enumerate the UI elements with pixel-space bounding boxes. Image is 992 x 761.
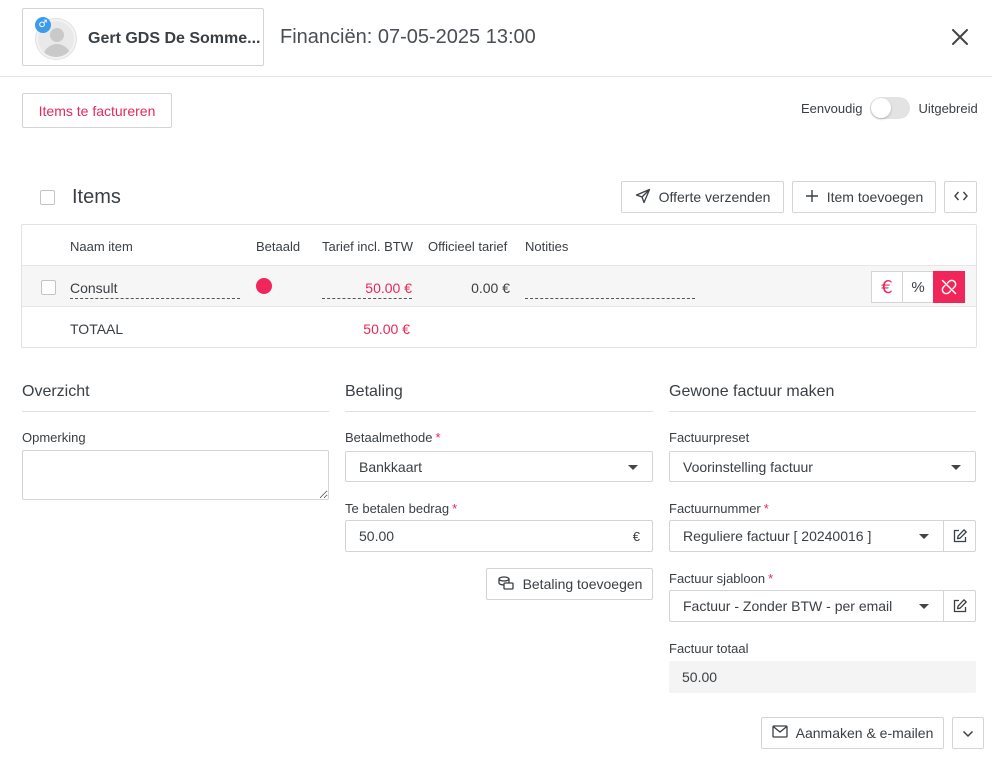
- column-header-official-rate: Officieel tarief: [428, 239, 508, 254]
- patient-name: Gert GDS De Somme...: [88, 30, 261, 47]
- payment-method-value: Bankkaart: [359, 458, 423, 475]
- code-view-button[interactable]: [944, 181, 977, 213]
- create-and-email-label: Aanmaken & e-mailen: [795, 725, 934, 741]
- chevron-down-icon: [962, 725, 974, 741]
- column-header-paid: Betaald: [256, 239, 301, 254]
- notes-field[interactable]: [525, 280, 695, 299]
- column-header-rate: Tarief incl. BTW: [322, 239, 414, 254]
- create-and-email-button[interactable]: Aanmaken & e-mailen: [761, 717, 944, 749]
- send-quote-button[interactable]: Offerte verzenden: [621, 181, 784, 213]
- remark-textarea[interactable]: [22, 450, 329, 500]
- invoice-template-select[interactable]: Factuur - Zonder BTW - per email: [669, 590, 944, 622]
- add-item-button[interactable]: Item toevoegen: [792, 181, 936, 213]
- edit-icon[interactable]: [943, 590, 976, 622]
- column-header-notes: Notities: [525, 239, 569, 254]
- caret-down-icon: [919, 534, 929, 539]
- plus-icon: [805, 189, 819, 206]
- select-all-checkbox[interactable]: [40, 190, 55, 205]
- invoice-preset-select[interactable]: Voorinstelling factuur: [669, 451, 976, 482]
- items-table: Naam item Betaald Tarief incl. BTW Offic…: [21, 224, 977, 348]
- amount-label: Te betalen bedrag *: [345, 501, 458, 516]
- invoice-title: Gewone factuur maken: [669, 383, 835, 400]
- items-to-invoice-label: Items te factureren: [38, 102, 156, 119]
- column-header-name: Naam item: [70, 239, 133, 254]
- amount-value: 50.00: [359, 528, 395, 544]
- send-quote-label: Offerte verzenden: [658, 189, 771, 205]
- euro-suffix: €: [632, 529, 640, 544]
- code-icon: [953, 189, 968, 205]
- male-gender-icon: ♂: [35, 17, 51, 33]
- unlink-icon[interactable]: [933, 271, 965, 303]
- more-options-button[interactable]: [952, 717, 984, 749]
- close-icon[interactable]: [948, 25, 972, 49]
- mode-toggle-group: Eenvoudig Uitgebreid: [801, 96, 978, 120]
- caret-down-icon: [919, 604, 929, 609]
- send-icon: [635, 188, 651, 207]
- invoice-number-select[interactable]: Reguliere factuur [ 20240016 ]: [669, 520, 944, 552]
- divider: [22, 411, 329, 412]
- coins-icon: [497, 575, 515, 594]
- table-row: Consult 50.00 € 0.00 € € %: [22, 265, 976, 307]
- euro-icon[interactable]: €: [871, 271, 903, 303]
- total-label: TOTAAL: [70, 321, 124, 337]
- invoice-number-label: Factuurnummer *: [669, 501, 769, 516]
- row-actions: € %: [871, 271, 965, 303]
- add-payment-label: Betaling toevoegen: [522, 576, 643, 592]
- item-name-field[interactable]: Consult: [70, 280, 240, 299]
- remark-label: Opmerking: [22, 430, 86, 445]
- edit-icon[interactable]: [943, 520, 976, 552]
- rate-field[interactable]: 50.00 €: [322, 280, 412, 299]
- official-rate-value: 0.00 €: [471, 280, 510, 296]
- invoice-template-label: Factuur sjabloon *: [669, 571, 774, 586]
- mode-toggle[interactable]: [870, 97, 911, 119]
- modal-header: ♂ Gert GDS De Somme... Financiën: 07-05-…: [0, 0, 992, 77]
- items-title: Items: [72, 186, 121, 208]
- invoice-total-value: 50.00: [669, 661, 976, 693]
- page-title: Financiën: 07-05-2025 13:00: [280, 26, 536, 48]
- mode-extended-label: Uitgebreid: [918, 100, 978, 116]
- caret-down-icon: [951, 464, 961, 470]
- add-item-label: Item toevoegen: [826, 189, 924, 205]
- caret-down-icon: [628, 464, 638, 470]
- invoice-preset-value: Voorinstelling factuur: [683, 458, 813, 475]
- amount-input[interactable]: 50.00 €: [345, 520, 653, 552]
- overview-title: Overzicht: [22, 383, 90, 400]
- payment-method-label: Betaalmethode *: [345, 430, 441, 445]
- invoice-template-value: Factuur - Zonder BTW - per email: [683, 598, 893, 614]
- mode-simple-label: Eenvoudig: [801, 100, 863, 116]
- total-value: 50.00 €: [363, 321, 410, 337]
- mail-icon: [771, 725, 788, 741]
- row-checkbox[interactable]: [41, 280, 56, 295]
- paid-status-indicator[interactable]: [256, 278, 272, 294]
- percent-icon[interactable]: %: [902, 271, 934, 303]
- invoice-preset-label: Factuurpreset: [669, 430, 750, 445]
- items-to-invoice-button[interactable]: Items te factureren: [22, 93, 172, 128]
- payment-title: Betaling: [345, 383, 403, 400]
- divider: [669, 411, 976, 412]
- invoice-number-value: Reguliere factuur [ 20240016 ]: [683, 528, 872, 544]
- patient-card[interactable]: ♂ Gert GDS De Somme...: [22, 8, 264, 66]
- invoice-total-label: Factuur totaal: [669, 641, 749, 656]
- add-payment-button[interactable]: Betaling toevoegen: [486, 568, 653, 600]
- divider: [345, 411, 653, 412]
- payment-method-select[interactable]: Bankkaart: [345, 451, 653, 482]
